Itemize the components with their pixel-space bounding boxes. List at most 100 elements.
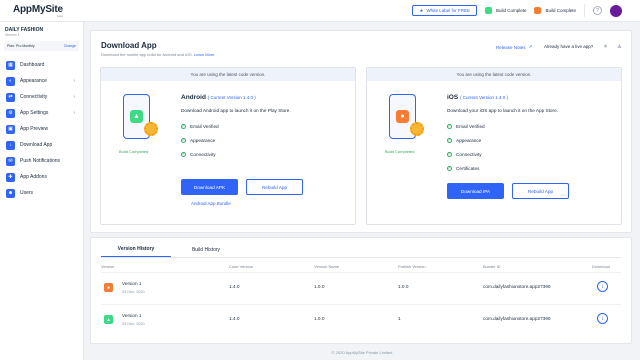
connectivity-icon: ⇄ (6, 92, 15, 102)
plan-box: Plan: Pro Monthly Change (4, 41, 79, 51)
top-bar: AppMySite beta ★ White Label for FREE Bu… (0, 0, 640, 22)
ios-build-status: Build Completed (385, 149, 415, 154)
sidebar-item-label: Dashboard (20, 62, 45, 68)
feature-item: ✓ Certificates (447, 166, 479, 171)
release-notes-link[interactable]: Release Notes ↗ (496, 44, 532, 50)
row-version: Version 1 (122, 281, 142, 286)
version-note: ( Current Version 1.4.0 ) (460, 95, 509, 100)
avatar[interactable] (610, 4, 622, 17)
download-ipa-button[interactable]: Download IPA (447, 183, 504, 199)
white-label-label: White Label for FREE (426, 8, 470, 13)
column-header: Version Name (314, 264, 340, 269)
check-icon: ✓ (447, 137, 452, 143)
learn-more-link[interactable]: Learn More (194, 52, 214, 57)
chevron-right-icon: › (73, 94, 75, 100)
ios-heading: iOS ( Current Version 1.4.0 ) (447, 94, 508, 101)
feature-item: ✓ Appearance (181, 138, 215, 143)
sidebar-item-dashboard[interactable]: ▦ Dashboard (0, 57, 83, 73)
tab-version-history[interactable]: Version History (101, 242, 171, 257)
chevron-right-icon: › (73, 110, 75, 116)
feature-item: ✓ Email Verified (447, 124, 485, 129)
row-date: 03 Dec, 2020 (122, 322, 145, 326)
feature-item: ✓ Connectivity (447, 152, 482, 157)
row-publish-version: 1 (398, 316, 401, 321)
top-right-actions: ★ White Label for FREE Build Complete Bu… (412, 4, 622, 17)
android-build-status[interactable]: Build Complete (484, 7, 527, 14)
android-heading: Android ( Current Version 1.4.0 ) (181, 94, 256, 101)
rebuild-ios-button[interactable]: Rebuild App (512, 183, 569, 199)
column-header: Bundle ID (483, 264, 501, 269)
sidebar-item-app-preview[interactable]: ▣ App Preview (0, 121, 83, 137)
android-icon[interactable]: ▲ (616, 42, 623, 50)
ios-description: Download your iOS app to launch it on th… (447, 108, 559, 113)
tab-build-history[interactable]: Build History (171, 242, 241, 257)
row-version-name: 1.0.0 (314, 284, 325, 289)
version-note: ( Current Version 1.4.0 ) (207, 95, 256, 100)
sidebar-item-users[interactable]: ☻ Users (0, 185, 83, 201)
android-build-label: Build Complete (495, 8, 527, 13)
sidebar-item-download-app[interactable]: ↓ Download App (0, 137, 83, 153)
settings-icon: ⚙ (6, 108, 15, 118)
logo-sub: beta (57, 13, 63, 18)
plan-change-link[interactable]: Change (64, 44, 76, 48)
row-bundle-id: com.dailyfashionstore.app27390 (483, 316, 551, 321)
sidebar-item-label: Push Notifications (20, 158, 61, 164)
sidebar-item-label: Connectivity (20, 94, 48, 100)
row-date: 03 Dec, 2020 (122, 290, 145, 294)
gear-icon (144, 122, 158, 136)
ios-panel: You are using the latest code version. ●… (366, 67, 622, 225)
android-app-bundle-link[interactable]: Android App Bundle (191, 201, 231, 206)
sidebar-item-label: App Addons (20, 174, 47, 180)
feature-label: Certificates (456, 166, 480, 171)
android-icon: ▲ (104, 315, 113, 324)
feature-label: Email Verified (190, 124, 219, 129)
gear-icon (410, 122, 424, 136)
android-panel: You are using the latest code version. ▲… (100, 67, 356, 225)
row-divider (101, 304, 621, 305)
apple-icon[interactable]: ● (602, 42, 609, 50)
external-link-icon: ↗ (528, 44, 533, 49)
download-card: Download App Download the mobile app bui… (90, 30, 632, 233)
feature-label: Connectivity (190, 152, 216, 157)
download-icon[interactable]: ↓ (597, 281, 608, 292)
ios-build-status[interactable]: Build Complete (534, 7, 576, 14)
sidebar-item-appearance[interactable]: ◐ Appearance › (0, 73, 83, 89)
column-header: Download (592, 264, 610, 269)
version-history-card: Version History Build History Version Co… (90, 237, 632, 344)
sidebar-item-label: App Preview (20, 126, 49, 132)
page-subtitle: Download the mobile app build for Androi… (101, 52, 214, 57)
row-bundle-id: com.dailyfashionstore.app27390 (483, 284, 551, 289)
history-tabs: Version History Build History (101, 242, 241, 257)
rebuild-android-button[interactable]: Rebuild App (246, 179, 303, 195)
help-icon[interactable]: ? (593, 6, 602, 15)
sidebar-item-connectivity[interactable]: ⇄ Connectivity › (0, 89, 83, 105)
sidebar-item-app-settings[interactable]: ⚙ App Settings › (0, 105, 83, 121)
app-logo[interactable]: AppMySite beta (13, 4, 63, 18)
row-divider (101, 272, 621, 273)
column-header: Code Version (229, 264, 254, 269)
notification-icon: ✉ (6, 156, 15, 166)
check-icon: ✓ (447, 151, 452, 157)
sidebar-item-label: Appearance (20, 78, 47, 84)
platform-name: iOS (447, 94, 459, 101)
download-icon[interactable]: ↓ (597, 313, 608, 324)
users-icon: ☻ (6, 188, 15, 198)
white-label-button[interactable]: ★ White Label for FREE (412, 5, 477, 16)
feature-item: ✓ Email Verified (181, 124, 219, 129)
row-code-version: 1.4.0 (229, 284, 240, 289)
sidebar-item-label: App Settings (20, 110, 49, 116)
android-icon (484, 7, 492, 14)
feature-label: Appearance (190, 138, 216, 143)
sidebar-item-app-addons[interactable]: ✚ App Addons (0, 169, 83, 185)
already-live-text: Already have a live app? (544, 44, 594, 49)
sidebar-item-label: Download App (20, 142, 53, 148)
row-version: Version 1 (122, 313, 142, 318)
row-code-version: 1.4.0 (229, 316, 240, 321)
sidebar: DAILY FASHION Version 1 Plan: Pro Monthl… (0, 22, 84, 360)
tabs-divider (101, 257, 621, 258)
android-build-status: Build Completed (119, 149, 149, 154)
sidebar-item-push-notifications[interactable]: ✉ Push Notifications (0, 153, 83, 169)
download-apk-button[interactable]: Download APK (181, 179, 238, 195)
footer-copyright: © 2020 AppMySite Private Limited (331, 350, 393, 355)
column-header: Version (101, 264, 115, 269)
